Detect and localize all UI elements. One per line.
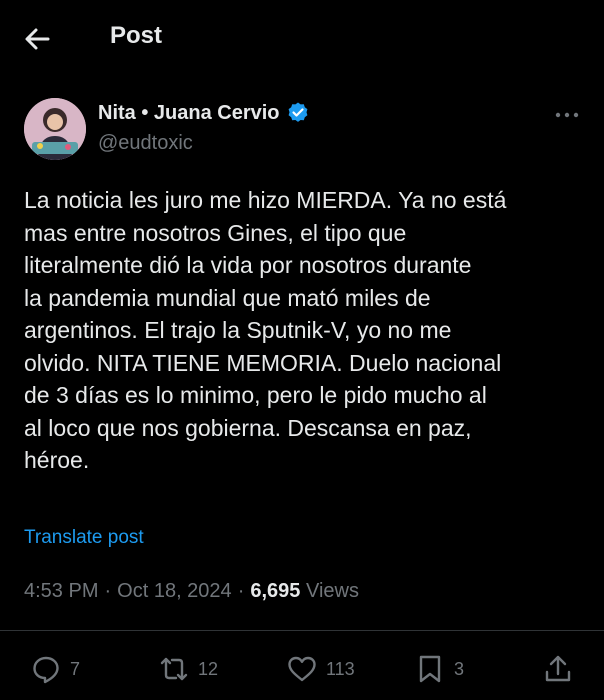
top-bar: Post: [0, 0, 604, 76]
page-title: Post: [110, 22, 163, 49]
share-icon: [545, 655, 571, 682]
post-body-text: La noticia les juro me hizo MIERDA. Ya n…: [24, 187, 507, 473]
views-count: 6,695: [250, 580, 301, 602]
meta-separator: ·: [237, 580, 245, 602]
like-count: 113: [326, 658, 355, 679]
repost-button[interactable]: 12: [158, 652, 218, 686]
avatar[interactable]: [24, 98, 86, 160]
more-options-icon[interactable]: [552, 103, 582, 127]
avatar-image: [24, 98, 86, 160]
heart-icon: [288, 656, 316, 682]
translate-post-link[interactable]: Translate post: [24, 527, 144, 549]
share-button[interactable]: [542, 652, 574, 686]
author-name-row: Nita • Juana Cervio: [98, 101, 310, 125]
repost-count: 12: [198, 658, 219, 679]
reply-icon: [33, 656, 59, 684]
bookmark-button[interactable]: 3: [414, 652, 464, 686]
reply-count: 7: [70, 658, 81, 679]
author-display-name[interactable]: Nita • Juana Cervio: [98, 102, 280, 125]
reply-button[interactable]: 7: [30, 652, 80, 686]
post-metadata: 4:53 PM · Oct 18, 2024 · 6,695 Views: [24, 580, 359, 603]
bookmark-count: 3: [454, 658, 465, 679]
bookmark-icon: [419, 655, 441, 683]
author-handle[interactable]: @eudtoxic: [98, 132, 193, 155]
verified-badge-icon[interactable]: [286, 101, 310, 125]
meta-separator: ·: [104, 580, 112, 602]
like-button[interactable]: 113: [286, 652, 355, 686]
post-time[interactable]: 4:53 PM: [24, 580, 98, 603]
divider: [0, 630, 604, 631]
post-date[interactable]: Oct 18, 2024: [117, 580, 232, 603]
repost-icon: [160, 657, 188, 681]
views-label: Views: [305, 580, 359, 602]
back-arrow-icon[interactable]: [20, 22, 54, 56]
